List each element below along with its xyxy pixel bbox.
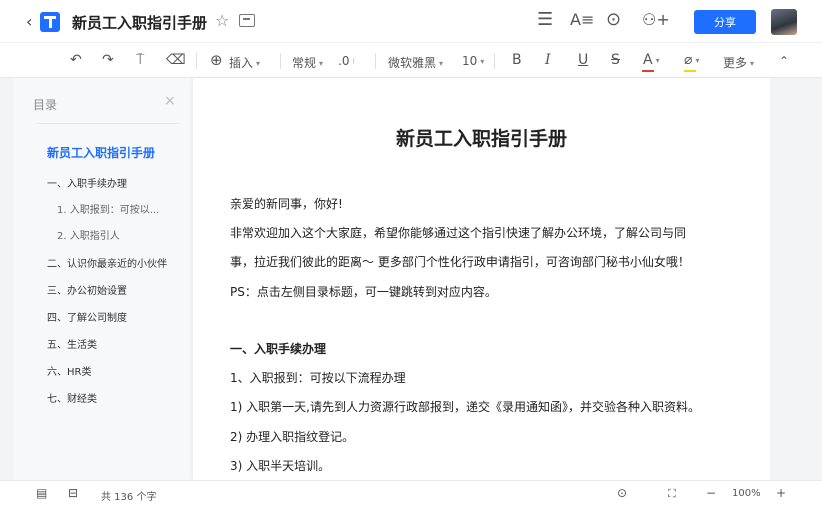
font-color-button[interactable]: A ▾ [643, 52, 660, 68]
add-user-icon[interactable]: ⚇+ [642, 10, 670, 29]
toc-item[interactable]: 四、了解公司制度 [47, 309, 127, 324]
font-color-indicator [642, 70, 654, 72]
spacing-stepper[interactable]: .0 ⁝ [338, 54, 355, 68]
font-family-select[interactable]: 微软雅黑 ▾ [388, 54, 443, 71]
style-label: 常规 [292, 56, 317, 70]
app-logo-icon [40, 12, 60, 32]
format-toolbar: ↶ ↷ ⍑ ⌫ ⊕ 插入 ▾ 常规 ▾ .0 ⁝ 微软雅黑 ▾ 10 ▾ B I U S … [0, 42, 822, 78]
undo-icon[interactable]: ↶ [70, 52, 82, 68]
body-line[interactable]: 3) 入职半天培训。 [230, 457, 330, 474]
zoom-in-button[interactable]: + [776, 486, 786, 500]
toc-sidebar [14, 78, 190, 480]
toc-item[interactable]: 三、办公初始设置 [47, 282, 127, 297]
outline-toggle-icon[interactable]: ▤ [36, 486, 47, 500]
text-format-icon[interactable]: A≡ [570, 10, 594, 29]
font-size-select[interactable]: 10 ▾ [462, 54, 484, 68]
redo-icon[interactable]: ↷ [102, 52, 114, 68]
document-title[interactable]: 新员工入职指引手册 [72, 12, 207, 33]
format-painter-icon[interactable]: ⍑ [136, 52, 144, 68]
share-button[interactable]: 分享 [694, 10, 756, 34]
chevron-left-icon[interactable]: ‹ [26, 12, 32, 31]
play-icon[interactable]: ⊙ [617, 486, 627, 500]
toc-divider [38, 123, 178, 124]
font-color-label: A [643, 52, 653, 68]
folder-icon[interactable] [239, 14, 255, 27]
right-gutter [770, 78, 822, 480]
avatar[interactable] [771, 9, 797, 35]
highlight-icon[interactable]: ⌀ ▾ [684, 52, 699, 68]
body-line[interactable]: 亲爱的新同事，你好! [230, 195, 343, 212]
document-heading[interactable]: 新员工入职指引手册 [193, 124, 770, 151]
menu-icon[interactable]: ☰ [537, 9, 553, 30]
font-label: 微软雅黑 [388, 56, 437, 70]
underline-button[interactable]: U [578, 52, 588, 68]
section-heading[interactable]: 一、入职手续办理 [230, 340, 326, 357]
toc-doc-title[interactable]: 新员工入职指引手册 [47, 144, 155, 161]
toc-item[interactable]: 五、生活类 [47, 336, 97, 351]
toc-item[interactable]: 二、认识你最亲近的小伙伴 [47, 255, 167, 270]
body-line[interactable]: 1、入职报到：可按以下流程办理 [230, 369, 406, 386]
toolbar-divider [375, 53, 376, 69]
eraser-icon[interactable]: ⌫ [166, 52, 186, 68]
more-menu[interactable]: 更多 ▾ [723, 54, 754, 71]
more-label: 更多 [723, 56, 748, 70]
size-label: 10 [462, 54, 478, 68]
insert-plus-icon[interactable]: ⊕ [210, 51, 223, 69]
toc-item[interactable]: 2. 入职指引人 [57, 227, 120, 242]
toc-item[interactable]: 一、入职手续办理 [47, 175, 127, 190]
insert-menu[interactable]: 插入 ▾ [229, 54, 260, 71]
bold-button[interactable]: B [512, 52, 522, 68]
close-icon[interactable]: × [164, 93, 176, 109]
play-circle-icon[interactable]: ⊙ [606, 9, 621, 30]
spacing-label: .0 [338, 54, 350, 68]
word-count: 共 136 个字 [101, 492, 157, 503]
toc-heading: 目录 [33, 98, 58, 112]
paragraph-style-select[interactable]: 常规 ▾ [292, 54, 323, 71]
zoom-out-button[interactable]: − [706, 486, 716, 500]
toolbar-divider [494, 53, 495, 69]
page-view-icon[interactable]: ⊟ [68, 486, 78, 500]
body-line[interactable]: 1) 入职第一天,请先到人力资源行政部报到，递交《录用通知函》，并交验各种入职资… [230, 398, 700, 415]
title-bar: ‹ 新员工入职指引手册 ☆ ☰ A≡ ⊙ ⚇+ 分享 [0, 0, 822, 42]
fullscreen-icon[interactable]: ⛶ [668, 487, 676, 501]
body-line[interactable]: 事，拉近我们彼此的距离～ 更多部门个性化行政申请指引，可咨询部门秘书小仙女哦！ [230, 253, 690, 270]
strikethrough-button[interactable]: S [611, 52, 620, 68]
highlight-color-indicator [684, 70, 696, 72]
insert-label: 插入 [229, 56, 254, 70]
toolbar-divider [196, 53, 197, 69]
toolbar-divider [280, 53, 281, 69]
toc-item[interactable]: 1. 入职报到：可按以... [57, 201, 159, 216]
body-line[interactable]: 2) 办理入职指纹登记。 [230, 428, 354, 445]
collapse-toolbar-icon[interactable]: ⌃ [779, 54, 789, 68]
zoom-level: 100% [732, 488, 761, 499]
body-line[interactable]: 非常欢迎加入这个大家庭，希望你能够通过这个指引快速了解办公环境，了解公司与同 [230, 224, 686, 241]
toc-item[interactable]: 六、HR类 [47, 363, 91, 378]
toc-item[interactable]: 七、财经类 [47, 390, 97, 405]
body-line[interactable]: PS：点击左侧目录标题，可一键跳转到对应内容。 [230, 283, 497, 300]
star-icon[interactable]: ☆ [215, 11, 229, 30]
status-bar: ▤ ⊟ 共 136 个字 ⊙ ⛶ − 100% + [0, 480, 822, 506]
italic-button[interactable]: I [545, 52, 551, 68]
